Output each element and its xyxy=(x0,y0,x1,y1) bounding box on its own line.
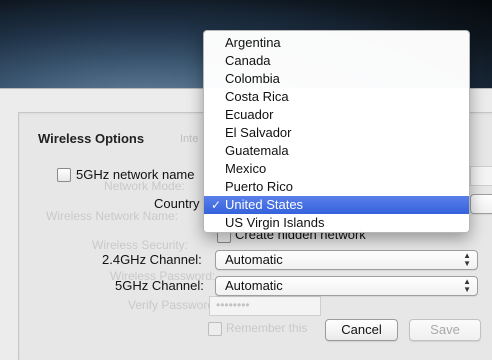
channel-24-select[interactable]: Automatic ▲ ▼ xyxy=(215,250,478,270)
remember-checkbox xyxy=(208,322,222,336)
channel-5-select[interactable]: Automatic ▲ ▼ xyxy=(215,276,478,296)
tab-hint: Inte xyxy=(180,133,199,145)
country-menu-item[interactable]: US Virgin Islands xyxy=(204,214,469,232)
ghost-verify-password-label: Verify Password: xyxy=(128,298,218,312)
country-menu-item-label: Colombia xyxy=(225,71,280,86)
country-menu-item[interactable]: Argentina xyxy=(204,34,469,52)
country-menu-item[interactable]: Ecuador xyxy=(204,106,469,124)
section-title: Wireless Options xyxy=(38,131,145,146)
password-dots: •••••••• xyxy=(216,298,250,312)
5ghz-network-name-label: 5GHz network name xyxy=(76,167,195,182)
ghost-wireless-security-label: Wireless Security: xyxy=(92,238,189,252)
country-menu-item-label: Canada xyxy=(225,53,271,68)
country-menu-item[interactable]: Guatemala xyxy=(204,142,469,160)
country-menu-item-label: Argentina xyxy=(225,35,281,50)
country-menu-item-label: US Virgin Islands xyxy=(225,215,325,230)
country-menu-item-label: Guatemala xyxy=(225,143,289,158)
country-menu-item[interactable]: Colombia xyxy=(204,70,469,88)
country-menu-item[interactable]: Mexico xyxy=(204,160,469,178)
checkmark-icon: ✓ xyxy=(211,198,222,212)
country-dropdown-menu: Argentina Canada Colombia Costa Rica Ecuador… xyxy=(203,30,470,233)
verify-password-field: •••••••• xyxy=(209,296,321,316)
remember-label: Remember this xyxy=(226,321,308,335)
country-menu-item-label: El Salvador xyxy=(225,125,292,140)
ghost-wireless-network-name-label: Wireless Network Name: xyxy=(46,209,179,223)
country-menu-item-label: Costa Rica xyxy=(225,89,289,104)
country-menu-item[interactable]: Costa Rica xyxy=(204,88,469,106)
5ghz-network-name-field[interactable] xyxy=(470,166,492,186)
channel-5-value: Automatic xyxy=(225,278,283,293)
country-menu-item[interactable]: Canada xyxy=(204,52,469,70)
channel-5-label: 5GHz Channel: xyxy=(115,278,204,293)
country-menu-item-label: Ecuador xyxy=(225,107,274,122)
5ghz-network-name-checkbox[interactable] xyxy=(57,168,71,182)
select-arrows-icon: ▲ ▼ xyxy=(463,277,471,294)
save-button[interactable]: Save xyxy=(409,319,481,341)
country-label: Country xyxy=(154,196,200,211)
country-menu-item[interactable]: El Salvador xyxy=(204,124,469,142)
country-menu-item[interactable]: Puerto Rico xyxy=(204,178,469,196)
cancel-button[interactable]: Cancel xyxy=(325,319,398,341)
country-menu-item-label: United States xyxy=(225,197,304,212)
channel-24-label: 2.4GHz Channel: xyxy=(102,252,202,267)
country-menu-item[interactable]: ✓ United States xyxy=(204,196,469,214)
country-menu-item-label: Mexico xyxy=(225,161,267,176)
country-menu-item-label: Puerto Rico xyxy=(225,179,293,194)
country-select[interactable] xyxy=(470,194,492,214)
select-arrows-icon: ▲ ▼ xyxy=(463,251,471,268)
channel-24-value: Automatic xyxy=(225,252,283,267)
